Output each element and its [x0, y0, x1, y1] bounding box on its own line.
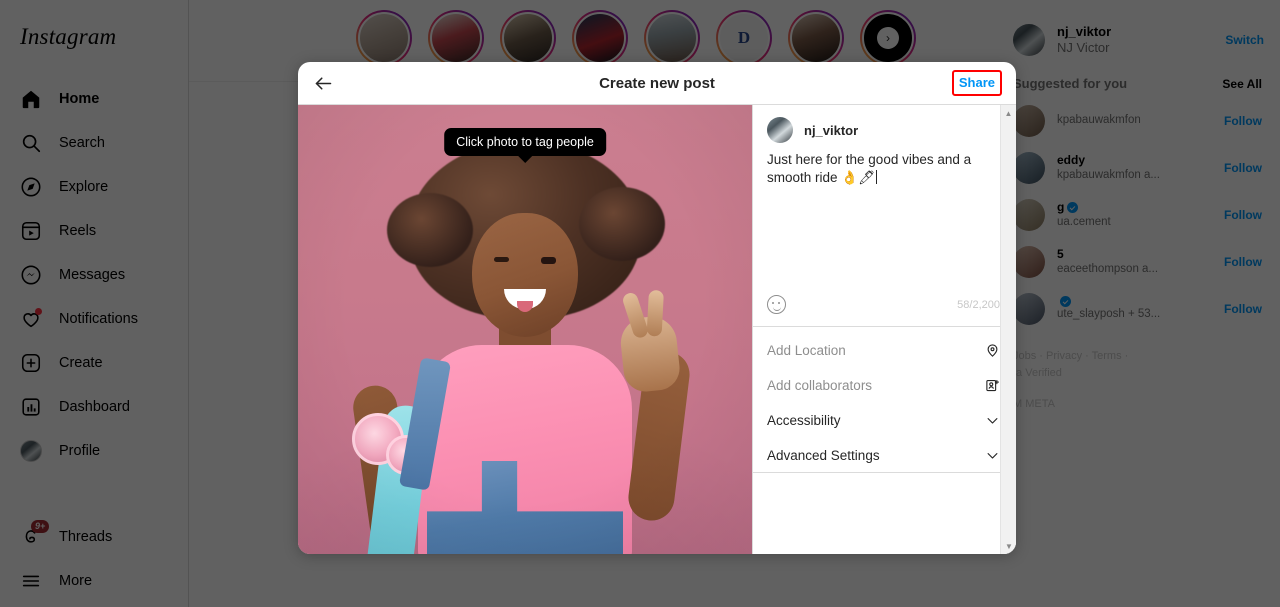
- post-author-row: nj_viktor: [753, 105, 1016, 151]
- modal-title: Create new post: [599, 74, 715, 92]
- add-location-option[interactable]: Add Location: [753, 333, 1016, 368]
- share-button-highlight: Share: [951, 70, 1002, 96]
- add-collaborators-label: Add collaborators: [767, 378, 873, 393]
- character-counter: 58/2,200: [957, 298, 1000, 311]
- scroll-up-arrow-icon[interactable]: ▲: [1001, 105, 1016, 121]
- create-new-post-modal: Create new post Share Click photo to tag…: [298, 62, 1016, 554]
- caption-input[interactable]: Just here for the good vibes and a smoot…: [767, 151, 1002, 187]
- chevron-down-icon: [985, 448, 1000, 463]
- scroll-down-arrow-icon[interactable]: ▼: [1001, 538, 1016, 554]
- accessibility-label: Accessibility: [767, 413, 841, 428]
- caption-footer: 58/2,200: [753, 291, 1016, 327]
- post-details-pane: nj_viktor Just here for the good vibes a…: [752, 105, 1016, 554]
- post-photo-pane[interactable]: Click photo to tag people: [298, 105, 752, 554]
- post-photo[interactable]: [298, 105, 752, 554]
- post-author-username: nj_viktor: [804, 122, 859, 138]
- add-location-label: Add Location: [767, 343, 846, 358]
- modal-body: Click photo to tag people nj_viktor Just…: [298, 105, 1016, 554]
- modal-header: Create new post Share: [298, 62, 1016, 105]
- share-button[interactable]: Share: [959, 75, 995, 90]
- details-pane-scrollbar[interactable]: ▲ ▼: [1000, 105, 1016, 554]
- add-collaborators-option[interactable]: Add collaborators: [753, 368, 1016, 403]
- tag-people-tooltip: Click photo to tag people: [444, 128, 606, 156]
- add-collaborator-icon: [985, 378, 1000, 393]
- advanced-settings-option[interactable]: Advanced Settings: [753, 438, 1016, 473]
- accessibility-option[interactable]: Accessibility: [753, 403, 1016, 438]
- chevron-down-icon: [985, 413, 1000, 428]
- instagram-app-window: Instagram Home Search Explore: [0, 0, 1280, 607]
- back-arrow-icon[interactable]: [310, 70, 336, 96]
- caption-area[interactable]: Just here for the good vibes and a smoot…: [753, 151, 1016, 291]
- avatar: [767, 117, 793, 143]
- location-pin-icon: [985, 343, 1000, 358]
- advanced-settings-label: Advanced Settings: [767, 447, 880, 463]
- post-options: Add Location Add collaborators Accessibi…: [753, 327, 1016, 473]
- emoji-picker-icon[interactable]: [767, 295, 786, 314]
